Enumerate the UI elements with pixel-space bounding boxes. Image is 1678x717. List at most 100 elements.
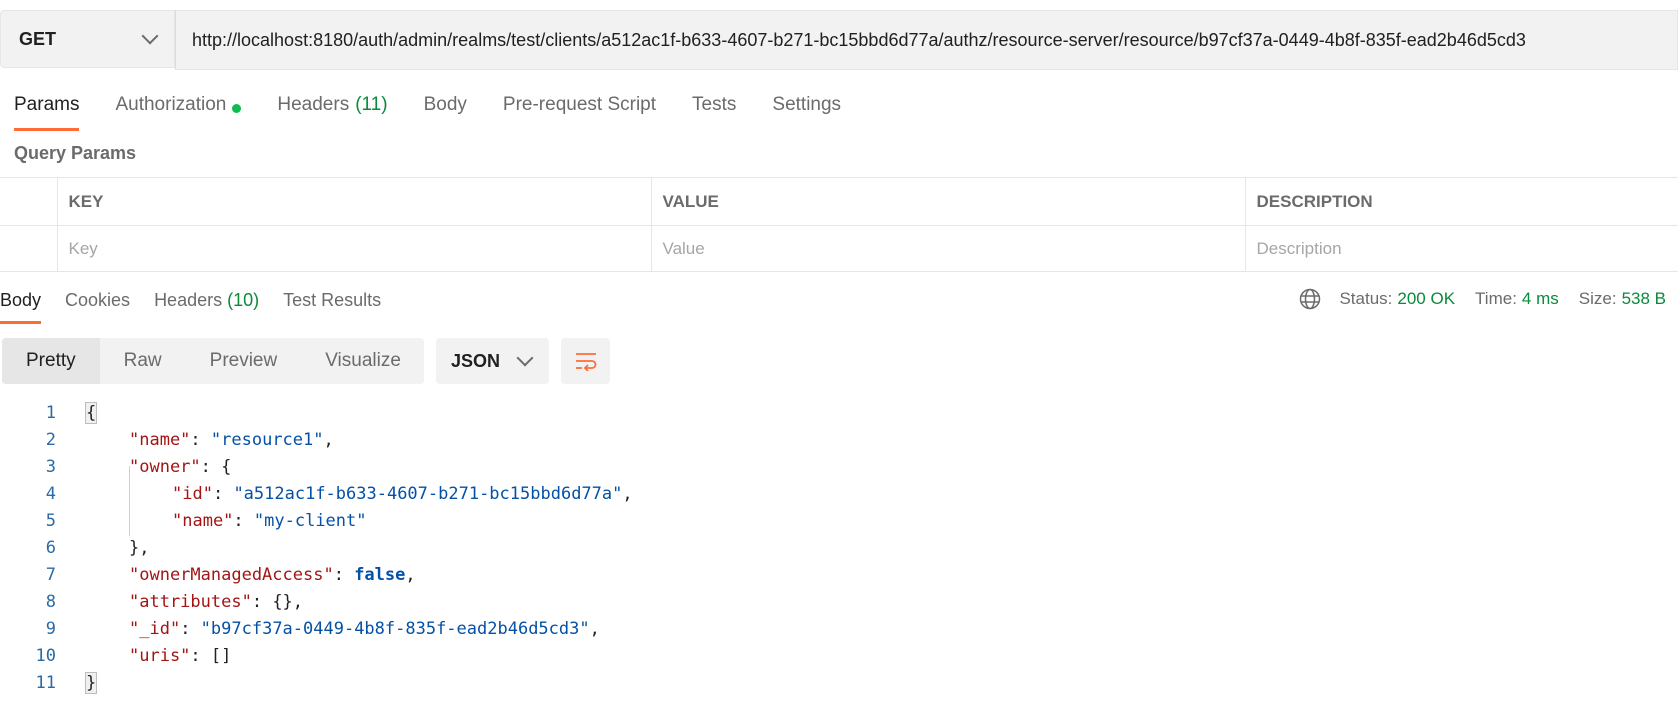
status-label: Status:	[1339, 289, 1393, 308]
code-line: 1{	[0, 400, 633, 427]
json-punct: ,	[622, 484, 633, 504]
json-punct: ,	[589, 619, 600, 639]
json-punct: ,	[405, 565, 416, 585]
json-key: "name"	[172, 511, 234, 531]
response-status-bar: Status: 200 OK Time: 4 ms Size: 538 B	[1299, 288, 1666, 310]
json-punct: ,	[292, 592, 304, 612]
json-sep: :	[180, 619, 201, 639]
method-select[interactable]: GET	[0, 10, 175, 68]
json-punct: ,	[139, 538, 150, 558]
json-sep: :	[212, 484, 234, 504]
json-string: "b97cf37a-0449-4b8f-835f-ead2b46d5cd3"	[200, 619, 590, 639]
indent-guide	[129, 466, 130, 536]
tab-settings-label: Settings	[772, 94, 842, 115]
tab-response-headers-label: Headers	[154, 290, 223, 310]
json-brace: }	[84, 672, 98, 694]
tab-response-body[interactable]: Body	[0, 290, 42, 324]
request-bar: GET http://localhost:8180/auth/admin/rea…	[0, 10, 1678, 70]
response-tabs: Body Cookies Headers (10) Test Results	[0, 290, 405, 324]
json-sep: :	[190, 430, 211, 450]
tab-authorization-label: Authorization	[115, 94, 227, 115]
tab-params-label: Params	[14, 94, 80, 115]
response-body-editor[interactable]: 1{ 2 "name": "resource1", 3 "owner": { 4 "i…	[0, 400, 633, 697]
tab-response-body-label: Body	[0, 290, 42, 310]
tab-headers[interactable]: Headers (11)	[277, 90, 387, 130]
tab-body-label: Body	[423, 94, 467, 115]
chevron-down-icon	[516, 349, 534, 367]
request-tabs: Params Authorization Headers (11) Body Pr…	[0, 90, 877, 131]
json-string: "my-client"	[253, 511, 367, 531]
format-label: JSON	[451, 350, 501, 371]
size-value[interactable]: 538 B	[1622, 289, 1666, 309]
json-key: "ownerManagedAccess"	[129, 565, 334, 585]
tab-body[interactable]: Body	[424, 90, 467, 130]
line-number: 7	[45, 565, 56, 585]
pretty-button[interactable]: Pretty	[2, 338, 100, 384]
json-sep: :	[333, 565, 355, 585]
line-number: 10	[35, 646, 56, 666]
tab-test-results-label: Test Results	[283, 290, 382, 310]
headers-count: (11)	[355, 94, 388, 115]
code-line: 6},	[0, 535, 633, 562]
view-mode-selector: Pretty Raw Preview Visualize	[2, 338, 424, 384]
json-key: "owner"	[129, 457, 201, 477]
tab-prerequest-label: Pre-request Script	[502, 94, 657, 115]
json-string: "a512ac1f-b633-4607-b271-bc15bbd6d77a"	[233, 484, 623, 504]
preview-button[interactable]: Preview	[186, 338, 302, 384]
code-line: 7 "ownerManagedAccess": false,	[0, 562, 633, 589]
json-key: "attributes"	[129, 592, 252, 612]
column-header-description: DESCRIPTION	[1244, 177, 1678, 226]
description-input[interactable]: Description	[1244, 225, 1678, 272]
json-sep: :	[200, 457, 222, 477]
status-dot-icon	[232, 104, 242, 113]
json-sep: :	[190, 646, 211, 666]
value-input[interactable]: Value	[650, 225, 1246, 272]
tab-prerequest-script[interactable]: Pre-request Script	[503, 90, 656, 130]
code-line: 10 "uris": []	[0, 643, 633, 670]
tab-settings[interactable]: Settings	[772, 90, 841, 130]
time-label: Time:	[1475, 289, 1517, 308]
json-key: "name"	[129, 430, 191, 450]
status-value[interactable]: 200 OK	[1397, 289, 1455, 309]
tab-params[interactable]: Params	[14, 90, 80, 131]
tab-test-results[interactable]: Test Results	[283, 290, 381, 324]
format-select[interactable]: JSON	[436, 338, 549, 384]
table-gutter	[0, 225, 58, 272]
code-line: 3 "owner": {	[0, 454, 633, 481]
column-header-value: VALUE	[650, 177, 1246, 226]
json-sep: :	[251, 592, 273, 612]
chevron-down-icon	[141, 27, 159, 45]
column-header-key: KEY	[56, 177, 652, 226]
code-line: 5 "name": "my-client"	[0, 508, 633, 535]
json-object: {}	[272, 592, 293, 612]
visualize-button[interactable]: Visualize	[301, 338, 425, 384]
table-gutter	[0, 177, 58, 226]
tab-cookies-label: Cookies	[65, 290, 131, 310]
code-line: 2 "name": "resource1",	[0, 427, 633, 454]
tab-response-headers[interactable]: Headers (10)	[154, 290, 259, 324]
json-array: []	[210, 646, 232, 666]
response-headers-count: (10)	[227, 290, 260, 310]
json-string: "resource1"	[210, 430, 324, 450]
time-value[interactable]: 4 ms	[1522, 289, 1559, 309]
size-label: Size:	[1578, 289, 1617, 308]
url-input[interactable]: http://localhost:8180/auth/admin/realms/…	[175, 10, 1678, 70]
code-line: 8 "attributes": {},	[0, 589, 633, 616]
json-boolean: false	[354, 565, 406, 585]
json-sep: :	[233, 511, 254, 531]
line-number: 8	[45, 592, 56, 612]
globe-icon[interactable]	[1299, 288, 1321, 310]
wrap-lines-icon	[575, 353, 596, 371]
method-label: GET	[19, 28, 57, 49]
json-brace: {	[221, 457, 232, 477]
raw-button[interactable]: Raw	[100, 338, 186, 384]
json-brace: }	[129, 538, 140, 558]
tab-tests[interactable]: Tests	[692, 90, 736, 130]
query-params-table: KEY VALUE DESCRIPTION Key Value Descript…	[0, 177, 1678, 272]
key-input[interactable]: Key	[56, 225, 652, 272]
tab-cookies[interactable]: Cookies	[65, 290, 130, 324]
json-key: "id"	[172, 484, 213, 504]
wrap-lines-button[interactable]	[561, 338, 610, 384]
query-params-title: Query Params	[14, 143, 137, 163]
tab-authorization[interactable]: Authorization	[115, 90, 242, 130]
